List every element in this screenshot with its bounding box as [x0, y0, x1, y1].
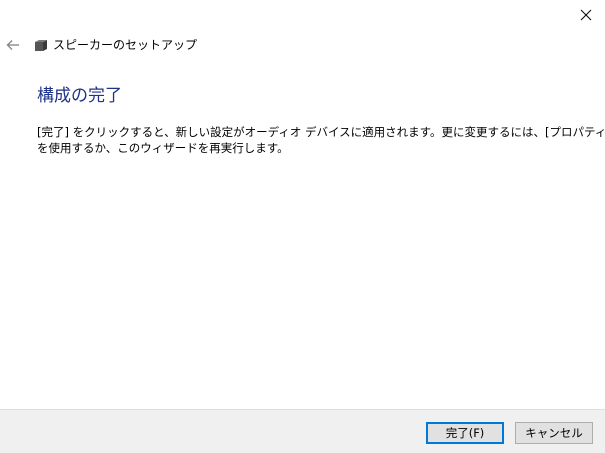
close-button[interactable] [566, 0, 605, 30]
button-bar: 完了(F) キャンセル [0, 409, 605, 453]
cancel-button[interactable]: キャンセル [515, 422, 593, 444]
description-text: [完了] をクリックすると、新しい設定がオーディオ デバイスに適用されます。更に… [37, 124, 605, 156]
close-icon [580, 9, 591, 21]
wizard-title: スピーカーのセットアップ [53, 38, 198, 52]
speaker-setup-window: スピーカーのセットアップ 構成の完了 [完了] をクリックすると、新しい設定がオ… [0, 0, 605, 453]
page-heading: 構成の完了 [37, 86, 122, 106]
finish-button[interactable]: 完了(F) [426, 422, 504, 444]
description-line: を使用するか、このウィザードを再実行します。 [37, 141, 289, 155]
back-arrow-icon [6, 40, 19, 50]
speaker-icon [35, 40, 47, 51]
description-line: [完了] をクリックすると、新しい設定がオーディオ デバイスに適用されます。更に… [37, 125, 605, 139]
back-button[interactable] [0, 32, 26, 58]
